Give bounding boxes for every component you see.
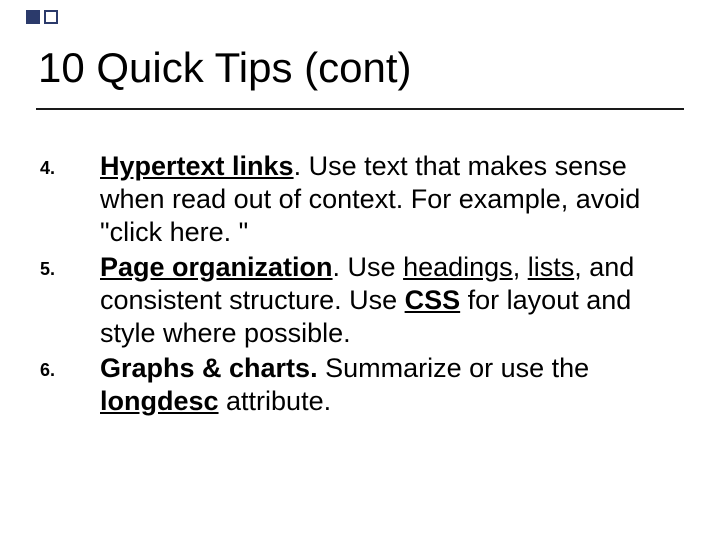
- body-text: . Use: [333, 252, 404, 282]
- list-text: Graphs & charts. Summarize or use the lo…: [100, 352, 688, 418]
- corner-decoration: [26, 10, 58, 24]
- link-lists[interactable]: lists: [528, 252, 575, 282]
- list-text: Page organization. Use headings, lists, …: [100, 251, 688, 350]
- link-headings[interactable]: headings: [403, 252, 513, 282]
- slide-title: 10 Quick Tips (cont): [38, 44, 411, 92]
- list-item: 6. Graphs & charts. Summarize or use the…: [40, 352, 688, 418]
- lead-term: Hypertext links: [100, 151, 294, 181]
- link-longdesc[interactable]: longdesc: [100, 386, 219, 416]
- body-text: ,: [513, 252, 528, 282]
- list-text: Hypertext links. Use text that makes sen…: [100, 150, 688, 249]
- body-text: attribute.: [219, 386, 332, 416]
- list-item: 4. Hypertext links. Use text that makes …: [40, 150, 688, 249]
- link-css[interactable]: CSS: [405, 285, 461, 315]
- body-text: Summarize or use the: [318, 353, 590, 383]
- lead-term: Page organization: [100, 252, 333, 282]
- square-icon: [44, 10, 58, 24]
- slide-body: 4. Hypertext links. Use text that makes …: [40, 150, 688, 420]
- square-icon: [26, 10, 40, 24]
- list-number: 5.: [40, 251, 100, 350]
- list-number: 4.: [40, 150, 100, 249]
- list-item: 5. Page organization. Use headings, list…: [40, 251, 688, 350]
- slide: 10 Quick Tips (cont) 4. Hypertext links.…: [0, 0, 720, 540]
- title-divider: [36, 108, 684, 110]
- lead-term: Graphs & charts.: [100, 353, 318, 383]
- list-number: 6.: [40, 352, 100, 418]
